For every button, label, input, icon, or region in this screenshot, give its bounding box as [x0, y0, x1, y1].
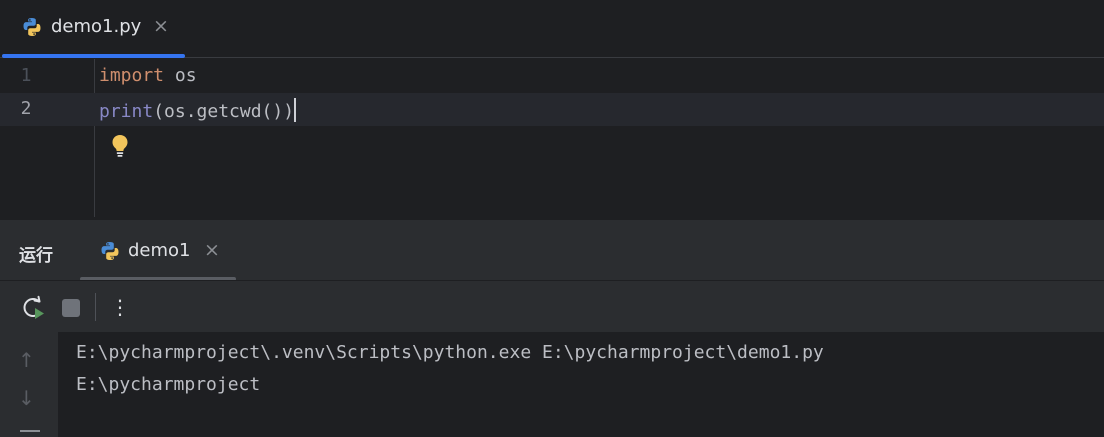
arrow-down-icon[interactable]: ↓: [18, 386, 35, 410]
text-caret: [294, 98, 297, 122]
line-number: 1: [20, 65, 32, 86]
run-panel-title: 运行: [19, 246, 53, 266]
builtin-token: print: [99, 101, 154, 122]
more-options-icon[interactable]: ⋮: [110, 293, 130, 321]
code-editor[interactable]: 1 import os 2 print(os.getcwd()): [0, 59, 1104, 219]
code-line-current[interactable]: 2 print(os.getcwd()): [0, 93, 1104, 126]
line-number: 2: [20, 98, 32, 119]
tab-demo1-run[interactable]: demo1 ×: [80, 220, 236, 281]
python-icon: [101, 242, 119, 260]
code-text: print(os.getcwd()): [99, 98, 297, 122]
run-tab-label: demo1: [128, 240, 191, 261]
code-line[interactable]: 1 import os: [0, 60, 1104, 93]
stop-icon[interactable]: [62, 299, 80, 317]
toolbar-separator: [95, 293, 96, 321]
close-icon[interactable]: ×: [153, 15, 169, 37]
arrow-up-icon[interactable]: ↑: [18, 348, 35, 372]
console-side-toolbar: ↑ ↓: [0, 332, 58, 437]
console-output-line: E:\pycharmproject: [76, 374, 261, 395]
run-panel-header: 运行 demo1 ×: [0, 219, 1104, 281]
tab-label: demo1.py: [51, 16, 142, 37]
python-icon: [23, 18, 41, 36]
tab-demo1-py[interactable]: demo1.py ×: [0, 0, 186, 58]
editor-tab-bar: demo1.py ×: [0, 0, 1104, 58]
code-token: (os.getcwd()): [153, 101, 295, 122]
close-icon[interactable]: ×: [204, 239, 220, 261]
run-toolbar: ⋮: [0, 280, 1104, 332]
code-text: import os: [99, 65, 197, 86]
active-tab-indicator: [2, 54, 185, 58]
code-token: os: [164, 65, 197, 86]
run-console[interactable]: ↑ ↓ E:\pycharmproject\.venv\Scripts\pyth…: [0, 332, 1104, 437]
lightbulb-icon[interactable]: [109, 133, 131, 159]
keyword-token: import: [99, 65, 165, 86]
rerun-icon[interactable]: [20, 295, 46, 321]
console-output-line: E:\pycharmproject\.venv\Scripts\python.e…: [76, 342, 824, 363]
soft-wrap-icon[interactable]: [20, 430, 40, 432]
